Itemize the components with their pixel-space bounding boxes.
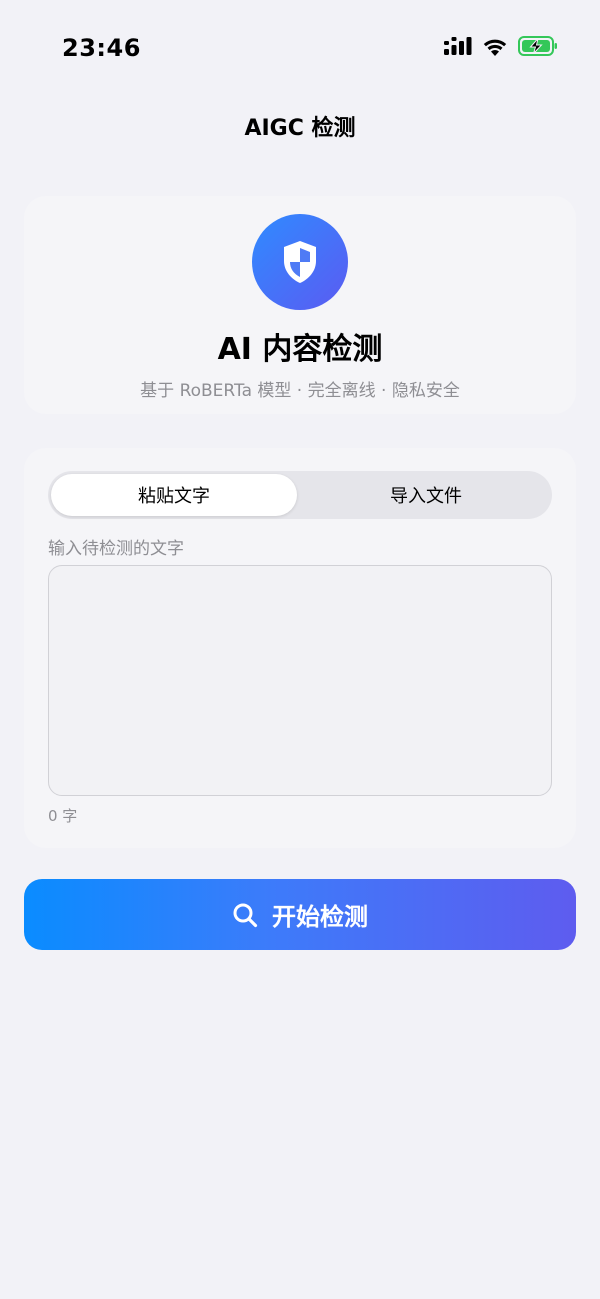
shield-badge bbox=[252, 214, 348, 310]
char-count: 0 字 bbox=[48, 807, 78, 825]
hero-subtitle: 基于 RoBERTa 模型 · 完全离线 · 隐私安全 bbox=[140, 381, 460, 401]
start-detection-button[interactable]: 开始检测 bbox=[24, 879, 576, 950]
wifi-icon bbox=[483, 39, 507, 56]
tab-import-file[interactable]: 导入文件 bbox=[303, 474, 549, 516]
input-card: 粘贴文字 导入文件 输入待检测的文字 0 字 bbox=[24, 448, 576, 848]
start-detection-label: 开始检测 bbox=[272, 903, 368, 931]
search-icon bbox=[233, 903, 258, 927]
text-input[interactable] bbox=[48, 565, 552, 796]
status-bar: 23:46 bbox=[0, 0, 600, 90]
battery-charging-icon bbox=[518, 36, 557, 56]
hero-card: AI 内容检测 基于 RoBERTa 模型 · 完全离线 · 隐私安全 bbox=[24, 196, 576, 414]
input-mode-segmented-control: 粘贴文字 导入文件 bbox=[48, 471, 552, 519]
cellular-signal-icon bbox=[444, 37, 472, 55]
tab-paste-text[interactable]: 粘贴文字 bbox=[51, 474, 297, 516]
text-field-label: 输入待检测的文字 bbox=[48, 539, 184, 559]
status-icons bbox=[444, 36, 558, 56]
shield-icon bbox=[284, 241, 316, 283]
hero-title: AI 内容检测 bbox=[217, 332, 383, 367]
status-time: 23:46 bbox=[62, 34, 141, 62]
page-title: AIGC 检测 bbox=[244, 116, 356, 141]
